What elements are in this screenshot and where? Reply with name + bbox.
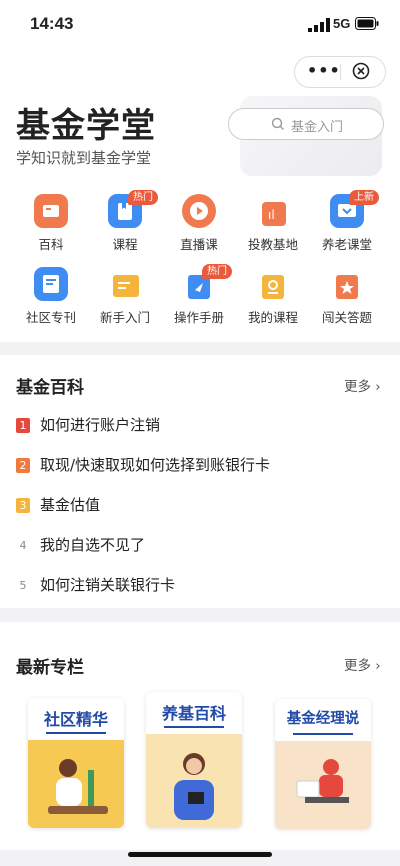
- rank-badge: 3: [16, 498, 30, 513]
- search-box[interactable]: 基金入门: [228, 108, 384, 140]
- beginner-icon: [113, 275, 139, 297]
- page-subtitle: 学知识就到基金学堂: [16, 149, 152, 167]
- grid-label: 操作手册: [173, 310, 224, 325]
- more-menu-icon[interactable]: •••: [307, 61, 341, 80]
- book-illustration: [146, 734, 242, 828]
- grid-label: 闯关答题: [321, 310, 372, 325]
- grid-item-community-journal[interactable]: 社区专刊: [15, 267, 85, 337]
- rank-badge: 1: [16, 418, 30, 433]
- grid-item-education-base[interactable]: ıl 投教基地: [237, 194, 307, 264]
- list-item[interactable]: 2 取现/快速取现如何选择到账银行卡: [16, 454, 270, 478]
- rank-number: 5: [19, 579, 27, 592]
- grid-item-live[interactable]: 直播课: [163, 194, 233, 264]
- mini-program-capsule: •••: [294, 56, 386, 88]
- search-placeholder: 基金入门: [291, 120, 344, 135]
- live-play-icon: [182, 194, 216, 228]
- book-illustration: [275, 741, 371, 829]
- encyclopedia-icon: [34, 194, 68, 228]
- column-book[interactable]: 社区精华: [28, 698, 124, 828]
- list-item-text: 我的自选不见了: [40, 536, 146, 554]
- hot-badge: 热门: [128, 190, 158, 205]
- home-indicator: [128, 852, 272, 857]
- network-type: 5G: [333, 16, 351, 31]
- community-journal-icon: [34, 267, 68, 301]
- list-item-text: 如何进行账户注销: [40, 416, 161, 434]
- quiz-icon: [336, 275, 358, 299]
- chevron-right-icon: ›: [375, 379, 381, 395]
- book-title-underline: [164, 726, 224, 728]
- grid-label: 直播课: [180, 237, 218, 252]
- list-item[interactable]: 4 我的自选不见了: [16, 534, 146, 558]
- list-item[interactable]: 3 基金估值: [16, 494, 100, 518]
- rank-badge: 2: [16, 458, 30, 473]
- search-icon: [271, 117, 284, 130]
- close-icon[interactable]: [352, 62, 370, 80]
- grid-label: 养老课堂: [321, 237, 372, 252]
- hot-badge: 热门: [202, 264, 232, 279]
- list-item-text: 取现/快速取现如何选择到账银行卡: [40, 456, 271, 474]
- rank-number: 4: [19, 539, 27, 552]
- book-title-underline: [293, 733, 353, 735]
- grid-label: 投教基地: [247, 237, 298, 252]
- more-label: 更多: [344, 379, 371, 395]
- list-item-text: 如何注销关联银行卡: [40, 576, 176, 594]
- grid-item-beginner[interactable]: 新手入门: [89, 267, 159, 337]
- battery-icon: [355, 17, 379, 30]
- column-book[interactable]: 养基百科: [146, 692, 242, 828]
- list-item[interactable]: 5 如何注销关联银行卡: [16, 574, 176, 598]
- section-title: 基金百科: [16, 378, 84, 398]
- grid-label: 社区专刊: [25, 310, 76, 325]
- grid-label: 课程: [112, 237, 138, 252]
- more-link[interactable]: 更多 ›: [344, 654, 381, 674]
- status-bar: 14:43 5G: [0, 0, 400, 50]
- book-illustration: [28, 740, 124, 828]
- grid-item-quiz[interactable]: 闯关答题: [311, 267, 381, 337]
- column-book[interactable]: 基金经理说: [275, 699, 371, 829]
- more-label: 更多: [344, 658, 371, 674]
- columns-card: 最新专栏 更多 › 社区精华 养基百科 基金经理说: [0, 622, 400, 850]
- grid-label: 新手入门: [99, 310, 150, 325]
- section-title: 最新专栏: [16, 658, 84, 678]
- grid-label: 百科: [38, 237, 64, 252]
- grid-item-encyclopedia[interactable]: 百科: [15, 194, 85, 264]
- new-badge: 上新: [349, 190, 379, 205]
- my-course-icon: [262, 275, 284, 299]
- book-title: 养基百科: [161, 704, 226, 723]
- more-link[interactable]: 更多 ›: [344, 375, 381, 395]
- education-base-icon: ıl: [262, 202, 286, 226]
- book-title: 社区精华: [43, 710, 108, 729]
- book-title-underline: [46, 732, 106, 734]
- book-title: 基金经理说: [286, 710, 360, 727]
- grid-label: 我的课程: [247, 310, 298, 325]
- encyclopedia-card: 基金百科 更多 › 1 如何进行账户注销 2 取现/快速取现如何选择到账银行卡 3基…: [0, 355, 400, 608]
- signal-icon: [308, 18, 330, 32]
- list-item-text: 基金估值: [40, 496, 101, 514]
- status-time: 14:43: [30, 14, 74, 33]
- capsule-divider: [340, 64, 341, 80]
- page-title: 基金学堂: [16, 106, 156, 146]
- grid-item-my-course[interactable]: 我的课程: [237, 267, 307, 337]
- chevron-right-icon: ›: [375, 658, 381, 674]
- svg-text:ıl: ıl: [268, 208, 275, 222]
- list-item[interactable]: 1 如何进行账户注销: [16, 414, 160, 438]
